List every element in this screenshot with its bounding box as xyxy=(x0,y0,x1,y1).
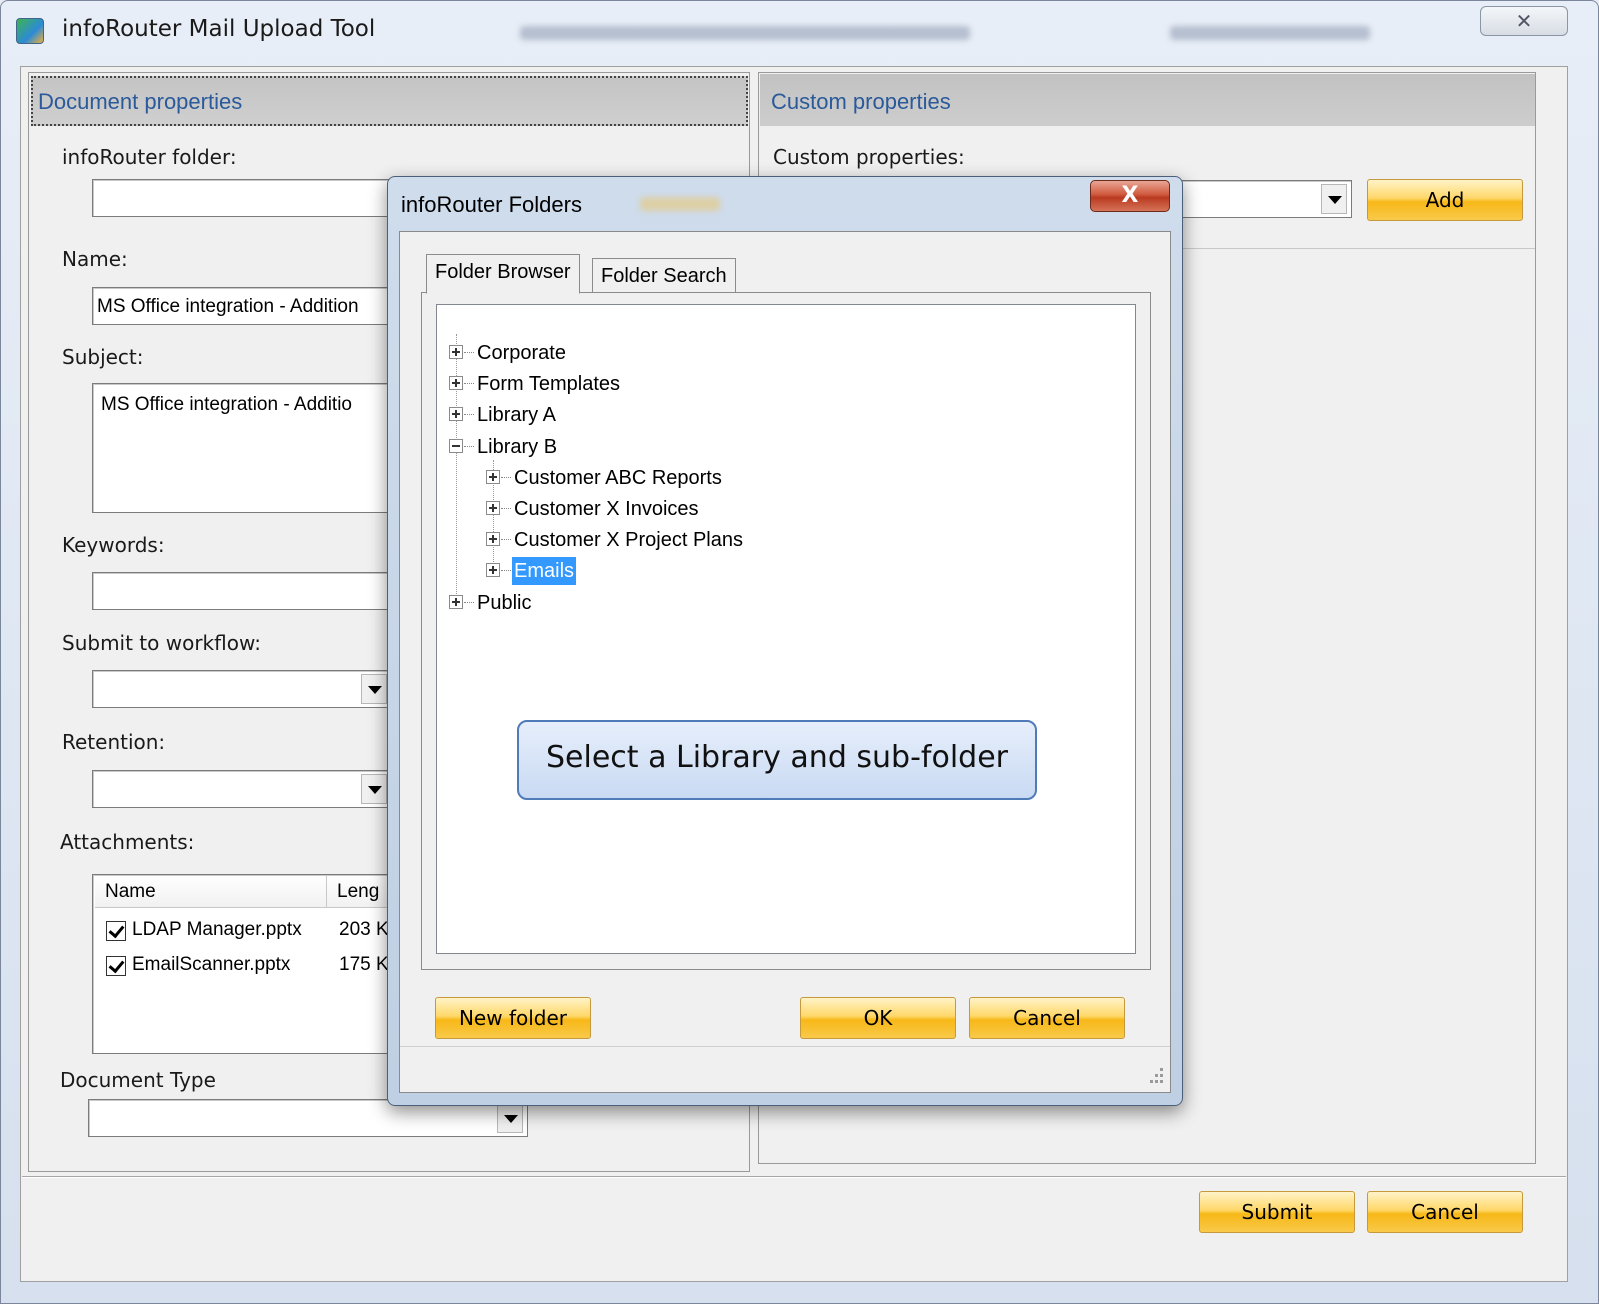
tree-node-label[interactable]: Form Templates xyxy=(475,370,622,398)
grip-dot xyxy=(1155,1074,1158,1077)
expand-icon[interactable] xyxy=(486,501,500,515)
tree-node-label[interactable]: Customer X Project Plans xyxy=(512,526,745,554)
tree-line xyxy=(456,334,457,604)
name-label: Name: xyxy=(62,247,128,271)
dropdown-arrow-icon xyxy=(1328,196,1342,204)
attachment-checkbox[interactable] xyxy=(106,921,126,941)
instruction-callout-text: Select a Library and sub-folder xyxy=(545,740,1008,775)
app-icon xyxy=(16,18,44,44)
attachments-column-length[interactable]: Leng xyxy=(327,876,391,908)
custom-properties-select[interactable] xyxy=(1170,180,1352,218)
tree-line xyxy=(464,383,474,384)
folder-label: infoRouter folder: xyxy=(62,145,237,169)
footer-divider xyxy=(22,1176,1566,1178)
document-type-dropdown-button[interactable] xyxy=(497,1103,523,1133)
expand-icon[interactable] xyxy=(486,563,500,577)
window-title: infoRouter Mail Upload Tool xyxy=(62,16,376,42)
workflow-select[interactable] xyxy=(92,670,392,708)
folder-field[interactable] xyxy=(92,179,392,217)
attachments-column-name[interactable]: Name xyxy=(95,876,327,908)
blurred-background-text xyxy=(520,26,970,40)
keywords-field[interactable] xyxy=(92,572,392,610)
dropdown-arrow-icon xyxy=(504,1115,518,1123)
close-icon[interactable]: X xyxy=(1090,180,1170,212)
name-field[interactable]: MS Office integration - Addition xyxy=(92,287,392,325)
tree-line xyxy=(464,352,474,353)
cancel-button[interactable]: Cancel xyxy=(1367,1191,1523,1233)
dropdown-arrow-icon xyxy=(368,786,382,794)
dropdown-arrow-icon xyxy=(368,686,382,694)
attachment-length: 175 K xyxy=(339,954,389,975)
attachments-label: Attachments: xyxy=(60,830,195,854)
expand-icon[interactable] xyxy=(449,595,463,609)
tab-folder-browser[interactable]: Folder Browser xyxy=(426,254,580,294)
grip-dot xyxy=(1160,1074,1163,1077)
tree-line xyxy=(501,570,511,571)
tree-line xyxy=(501,539,511,540)
expand-icon[interactable] xyxy=(486,532,500,546)
custom-properties-title: Custom properties xyxy=(771,89,951,114)
grip-dot xyxy=(1160,1080,1163,1083)
expand-icon[interactable] xyxy=(449,345,463,359)
resize-grip-icon[interactable] xyxy=(1146,1066,1166,1086)
subject-label: Subject: xyxy=(62,345,144,369)
tree-line xyxy=(464,414,474,415)
attachment-length: 203 K xyxy=(339,919,389,940)
tree-node-label[interactable]: Customer X Invoices xyxy=(512,495,701,523)
attachment-name: LDAP Manager.pptx xyxy=(132,919,302,940)
tree-line xyxy=(464,446,474,447)
subject-value: MS Office integration - Additio xyxy=(101,394,352,415)
new-folder-button[interactable]: New folder xyxy=(435,997,591,1039)
grip-dot xyxy=(1150,1080,1153,1083)
expand-icon[interactable] xyxy=(449,407,463,421)
title-bar[interactable]: infoRouter Mail Upload Tool ✕ xyxy=(0,0,1599,66)
retention-select[interactable] xyxy=(92,770,392,808)
grip-dot xyxy=(1160,1068,1163,1071)
tree-node-label[interactable]: Library B xyxy=(475,433,559,461)
custom-properties-dropdown-button[interactable] xyxy=(1321,184,1347,214)
tree-node-label[interactable]: Public xyxy=(475,589,533,617)
expand-icon[interactable] xyxy=(486,470,500,484)
tree-node-label[interactable]: Library A xyxy=(475,401,558,429)
dialog-title: infoRouter Folders xyxy=(401,192,582,217)
keywords-label: Keywords: xyxy=(62,533,165,557)
blurred-background-text xyxy=(1170,26,1370,40)
custom-properties-label: Custom properties: xyxy=(773,145,965,169)
retention-label: Retention: xyxy=(62,730,166,754)
blurred-background-text xyxy=(640,197,720,211)
workflow-label: Submit to workflow: xyxy=(62,631,261,655)
expand-icon[interactable] xyxy=(449,376,463,390)
tree-line xyxy=(501,508,511,509)
grip-dot xyxy=(1155,1080,1158,1083)
dialog-divider xyxy=(400,1046,1170,1047)
ok-button[interactable]: OK xyxy=(800,997,956,1039)
name-value: MS Office integration - Addition xyxy=(97,296,359,317)
close-icon[interactable]: ✕ xyxy=(1480,6,1568,36)
attachment-checkbox[interactable] xyxy=(106,956,126,976)
tree-line xyxy=(501,477,511,478)
attachment-name: EmailScanner.pptx xyxy=(132,954,291,975)
tab-folder-search[interactable]: Folder Search xyxy=(592,258,736,292)
tree-line xyxy=(464,602,474,603)
add-button[interactable]: Add xyxy=(1367,179,1523,221)
tree-node-label[interactable]: Corporate xyxy=(475,339,568,367)
document-type-label: Document Type xyxy=(60,1068,216,1092)
retention-dropdown-button[interactable] xyxy=(361,774,387,804)
submit-button[interactable]: Submit xyxy=(1199,1191,1355,1233)
tree-node-label[interactable]: Customer ABC Reports xyxy=(512,464,724,492)
subject-field[interactable]: MS Office integration - Additio xyxy=(92,383,392,513)
collapse-icon[interactable] xyxy=(449,439,463,453)
workflow-dropdown-button[interactable] xyxy=(361,674,387,704)
document-properties-title: Document properties xyxy=(38,89,243,114)
tree-node-label-selected[interactable]: Emails xyxy=(512,557,577,585)
dialog-cancel-button[interactable]: Cancel xyxy=(969,997,1125,1039)
